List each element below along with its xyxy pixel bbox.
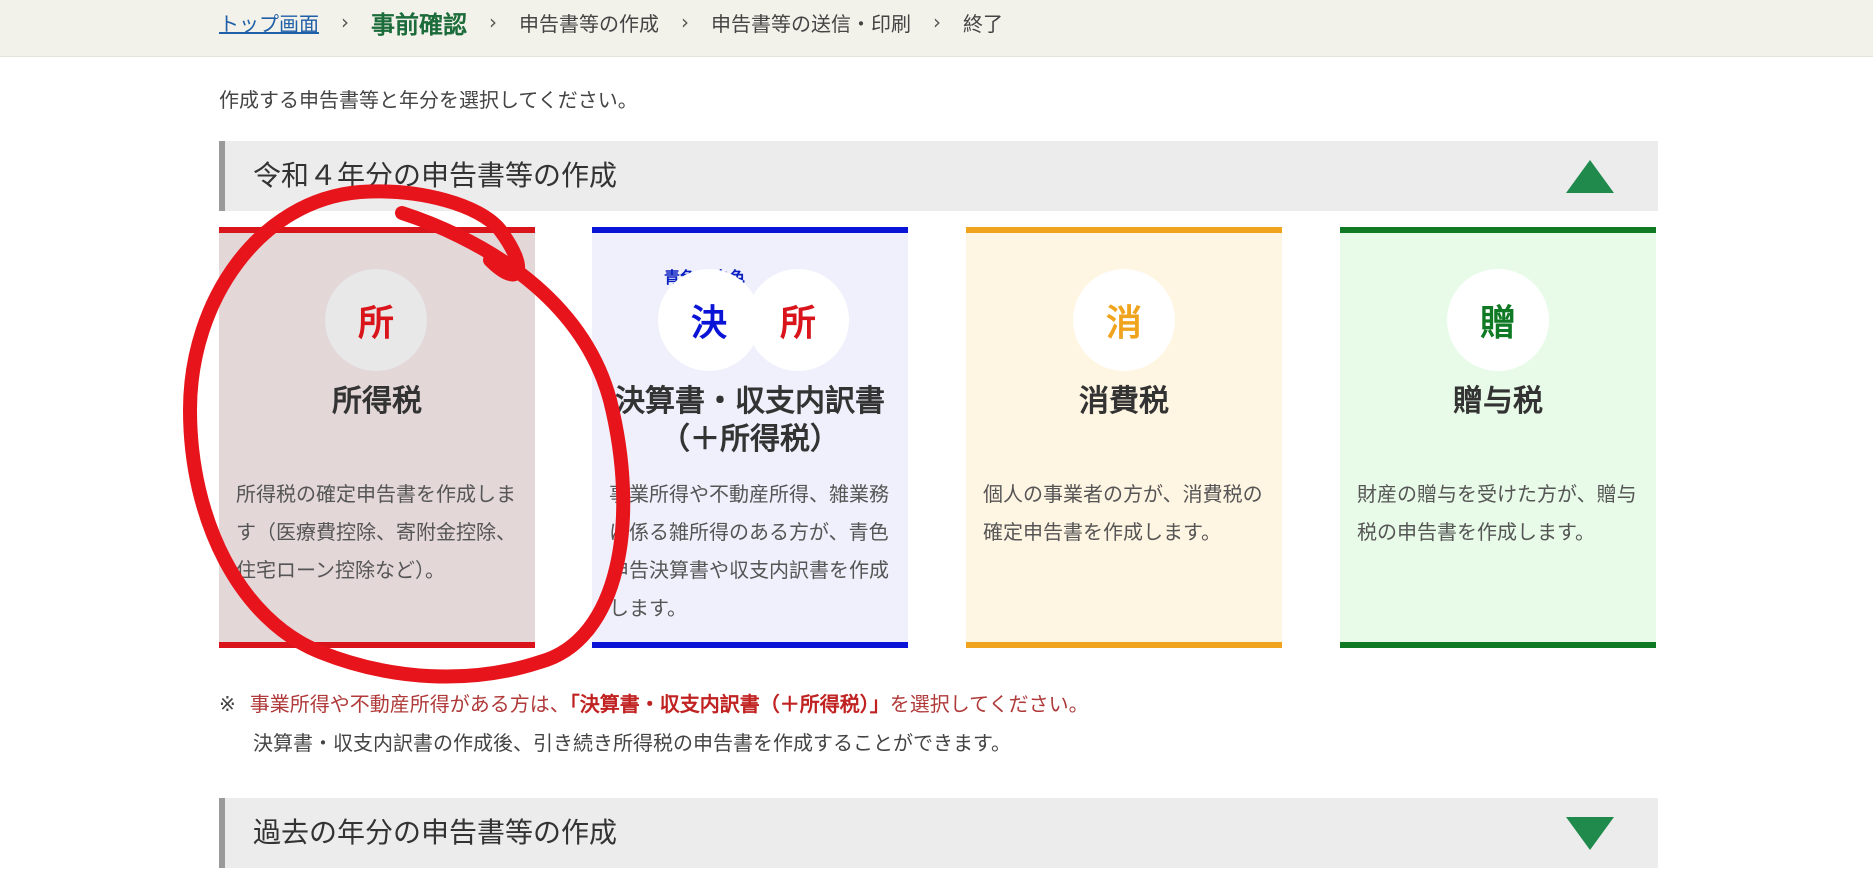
note-mark: ※	[219, 692, 236, 716]
card-title: 贈与税	[1453, 384, 1543, 419]
icon-char: 消	[1105, 303, 1142, 344]
income-tax-icon: 所	[747, 269, 849, 371]
current-year-section-header[interactable]: 令和４年分の申告書等の作成	[219, 141, 1658, 211]
note-text: 事業所得や不動産所得がある方は、	[249, 692, 570, 716]
section-title: 令和４年分の申告書等の作成	[253, 159, 618, 192]
note-continuation: 決算書・収支内訳書の作成後、引き続き所得税の申告書を作成することができます。	[253, 731, 1011, 755]
financial-statement-card[interactable]: 青色 白色 決 所 決算書・収支内訳書 （＋所得税） 事業所得や不動産所得、雑業…	[592, 227, 908, 648]
card-description: 個人の事業者の方が、消費税の確定申告書を作成します。	[983, 482, 1263, 544]
breadcrumb-top-link[interactable]: トップ画面	[219, 8, 319, 37]
card-title: 決算書・収支内訳書	[615, 384, 885, 419]
card-description: 財産の贈与を受けた方が、贈与税の申告書を作成します。	[1357, 482, 1637, 544]
icon-char: 所	[779, 303, 816, 344]
card-description: 事業所得や不動産所得、雑業務に係る雑所得のある方が、青色申告決算書や収支内訳書を…	[609, 482, 889, 620]
breadcrumb-separator-icon: ›	[933, 10, 941, 34]
income-tax-icon: 所	[325, 269, 427, 371]
icon-char: 所	[357, 303, 394, 344]
breadcrumb-current-step: 事前確認	[371, 10, 467, 39]
card-title-sub: （＋所得税）	[660, 422, 840, 457]
past-years-section-header[interactable]: 過去の年分の申告書等の作成	[219, 798, 1658, 868]
icon-char: 贈	[1479, 303, 1516, 344]
breadcrumb-separator-icon: ›	[489, 10, 497, 34]
breadcrumb-separator-icon: ›	[341, 10, 349, 34]
breadcrumb-step-create: 申告書等の作成	[519, 11, 659, 36]
gift-tax-card[interactable]: 贈 贈与税 財産の贈与を受けた方が、贈与税の申告書を作成します。	[1340, 227, 1656, 648]
note-text-after: を選択してください。	[889, 692, 1089, 716]
income-tax-card[interactable]: 所 所得税 所得税の確定申告書を作成します（医療費控除、寄附金控除、住宅ローン控…	[219, 227, 535, 648]
collapse-triangle-icon[interactable]	[1566, 160, 1614, 193]
breadcrumb-separator-icon: ›	[681, 10, 689, 34]
card-title: 所得税	[332, 384, 422, 419]
note-business-income: ※ 事業所得や不動産所得がある方は、「決算書・収支内訳書（＋所得税）」を選択してく…	[219, 688, 1089, 717]
breadcrumb-step-finish: 終了	[963, 11, 1003, 36]
settlement-icon: 決	[658, 269, 760, 371]
expand-triangle-icon[interactable]	[1566, 817, 1614, 850]
note-emphasis: 「決算書・収支内訳書（＋所得税）」	[569, 692, 890, 716]
page-instruction: 作成する申告書等と年分を選択してください。	[219, 88, 638, 112]
breadcrumb: トップ画面 › 事前確認 › 申告書等の作成 › 申告書等の送信・印刷 › 終了	[219, 0, 1003, 44]
breadcrumb-step-send-print: 申告書等の送信・印刷	[711, 11, 911, 36]
card-description: 所得税の確定申告書を作成します（医療費控除、寄附金控除、住宅ローン控除など）。	[236, 482, 516, 582]
consumption-tax-icon: 消	[1073, 269, 1175, 371]
icon-char: 決	[690, 303, 727, 344]
gift-tax-icon: 贈	[1447, 269, 1549, 371]
card-title: 消費税	[1079, 384, 1169, 419]
breadcrumb-bar: トップ画面 › 事前確認 › 申告書等の作成 › 申告書等の送信・印刷 › 終了	[0, 0, 1873, 57]
section-title: 過去の年分の申告書等の作成	[253, 816, 618, 849]
consumption-tax-card[interactable]: 消 消費税 個人の事業者の方が、消費税の確定申告書を作成します。	[966, 227, 1282, 648]
